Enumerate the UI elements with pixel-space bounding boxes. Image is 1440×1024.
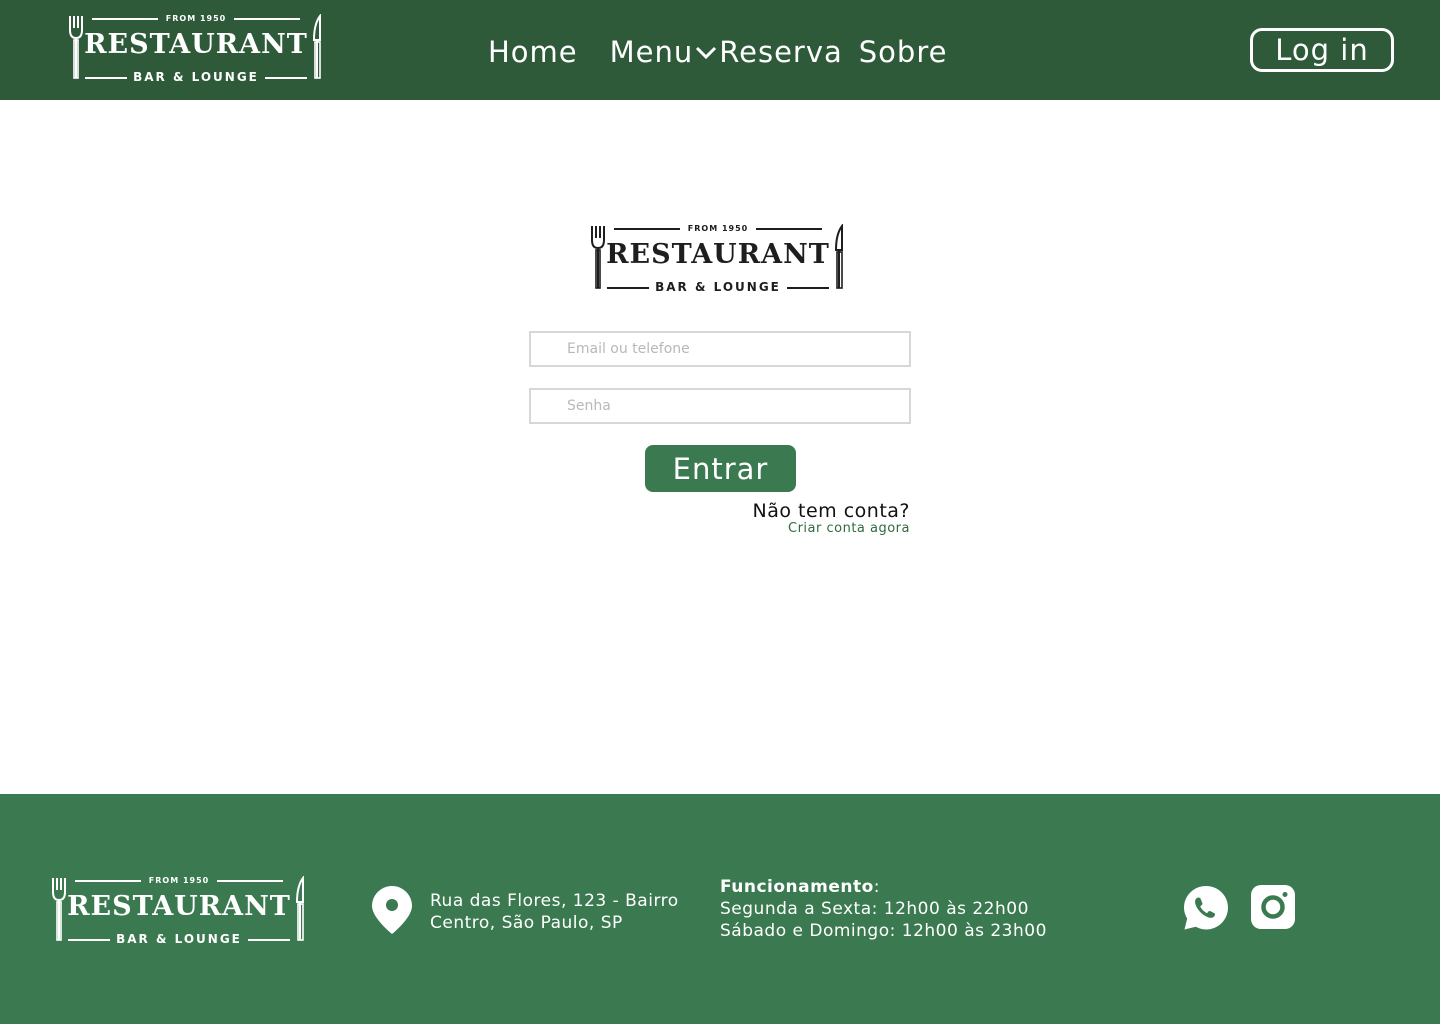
chevron-down-icon: [696, 46, 717, 60]
no-account-text: Não tem conta?: [752, 500, 910, 522]
site-footer: FROM 1950 RESTAURANT BAR & LOUNGE Rua da…: [0, 794, 1440, 1024]
logo-subtitle: BAR & LOUNGE: [590, 280, 846, 294]
logo-from-text: FROM 1950: [590, 224, 846, 233]
email-input[interactable]: [531, 333, 909, 365]
nav-home[interactable]: Home: [488, 35, 578, 69]
instagram-icon[interactable]: [1250, 884, 1296, 930]
logo-title: RESTAURANT: [84, 29, 308, 60]
footer-logo: FROM 1950 RESTAURANT BAR & LOUNGE: [51, 876, 307, 946]
whatsapp-icon[interactable]: [1182, 884, 1230, 932]
logo-title: RESTAURANT: [606, 239, 830, 270]
email-field-wrapper: [529, 331, 911, 367]
signup-prompt: Não tem conta? Criar conta agora: [753, 500, 911, 536]
footer-hours: Funcionamento: Segunda a Sexta: 12h00 às…: [720, 876, 1047, 942]
hours-label: Funcionamento: [720, 877, 874, 897]
create-account-link[interactable]: Criar conta agora: [753, 522, 911, 536]
footer-address: Rua das Flores, 123 - Bairro Centro, São…: [430, 890, 679, 934]
login-section: FROM 1950 RESTAURANT BAR & LOUNGE Entrar…: [0, 100, 1440, 794]
knife-icon: [295, 876, 304, 941]
hours-colon: :: [873, 877, 881, 897]
submit-button[interactable]: Entrar: [645, 445, 796, 492]
knife-icon: [312, 14, 321, 79]
login-button[interactable]: Log in: [1250, 28, 1394, 72]
logo-from-text: FROM 1950: [68, 14, 324, 23]
logo-subtitle: BAR & LOUNGE: [51, 932, 307, 946]
hours-weekend: Sábado e Domingo: 12h00 às 23h00: [720, 921, 1047, 941]
location-pin-icon: [372, 886, 412, 934]
nav-menu[interactable]: Menu: [610, 35, 718, 69]
knife-icon: [834, 224, 843, 289]
address-line-1: Rua das Flores, 123 - Bairro: [430, 891, 679, 911]
password-input[interactable]: [531, 390, 909, 422]
hours-weekdays: Segunda a Sexta: 12h00 às 22h00: [720, 899, 1029, 919]
nav-sobre[interactable]: Sobre: [859, 35, 948, 69]
nav-reserva[interactable]: Reserva: [719, 35, 843, 69]
main-nav: Home Menu Reserva Sobre: [488, 30, 947, 74]
hours-heading: Funcionamento:: [720, 876, 1047, 898]
password-field-wrapper: [529, 388, 911, 424]
nav-menu-label: Menu: [609, 35, 694, 69]
login-logo: FROM 1950 RESTAURANT BAR & LOUNGE: [590, 224, 846, 296]
logo-subtitle: BAR & LOUNGE: [68, 70, 324, 84]
logo-from-text: FROM 1950: [51, 876, 307, 885]
logo-title: RESTAURANT: [67, 891, 291, 922]
address-line-2: Centro, São Paulo, SP: [430, 913, 623, 933]
header-logo[interactable]: FROM 1950 RESTAURANT BAR & LOUNGE: [68, 14, 324, 84]
site-header: FROM 1950 RESTAURANT BAR & LOUNGE Home M…: [0, 0, 1440, 100]
